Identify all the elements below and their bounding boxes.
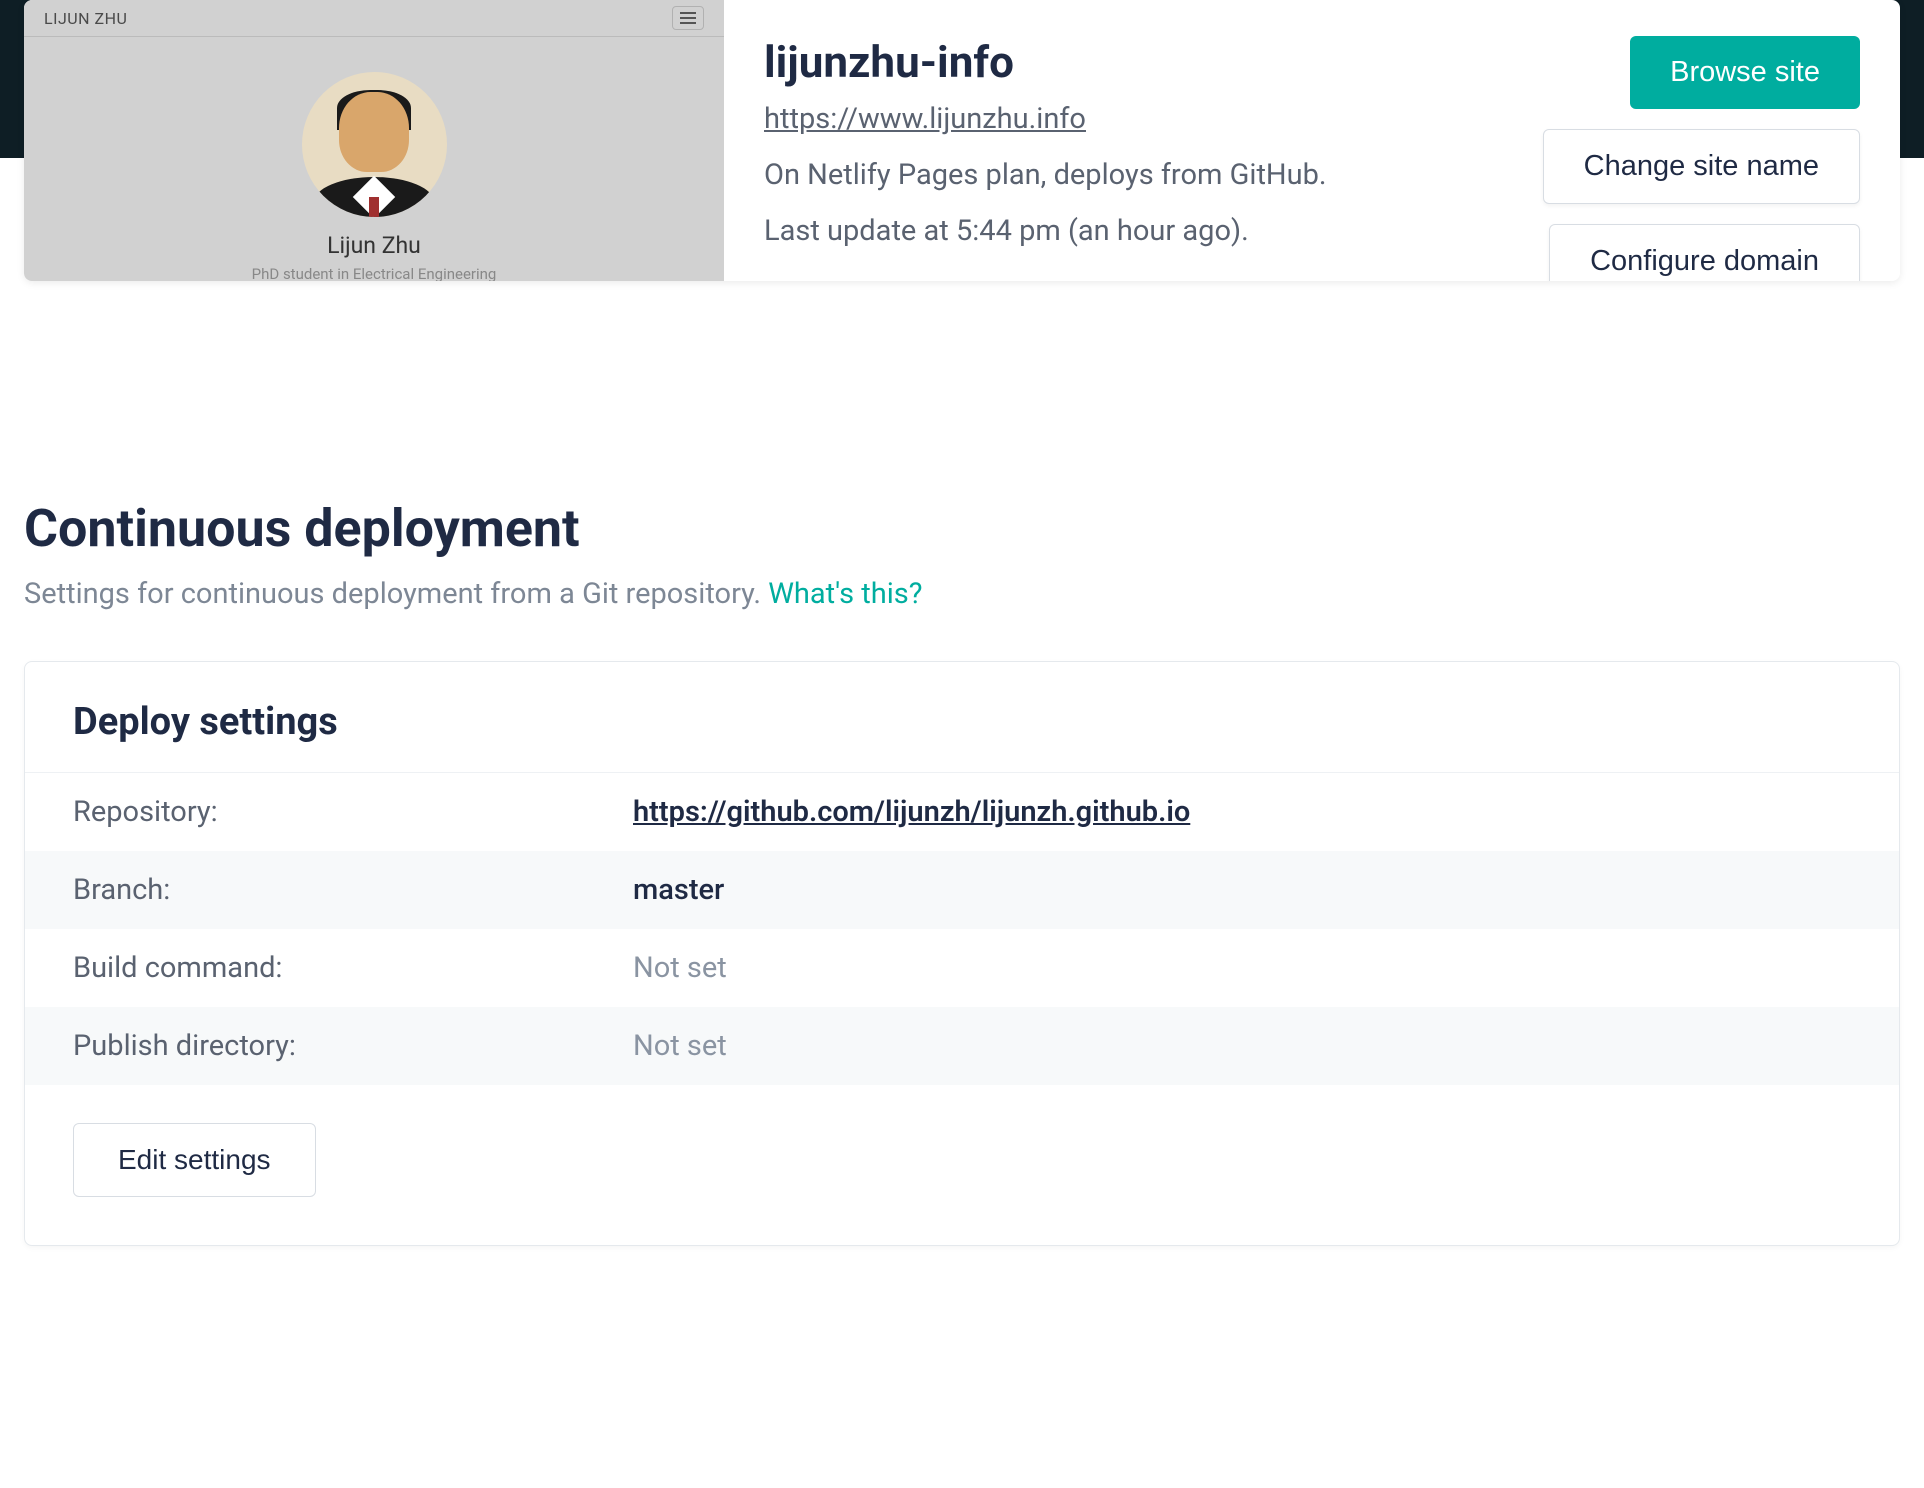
browse-site-button[interactable]: Browse site (1630, 36, 1860, 109)
edit-settings-button[interactable]: Edit settings (73, 1123, 316, 1197)
site-hero-card: LIJUN ZHU Lijun Zhu PhD student in Elect… (24, 0, 1900, 281)
table-row: Repository: https://github.com/lijunzh/l… (25, 773, 1899, 851)
site-name: lijunzhu-info (764, 36, 1543, 88)
preview-topbar: LIJUN ZHU (24, 0, 724, 37)
cd-section-desc: Settings for continuous deployment from … (24, 577, 1900, 611)
publish-dir-label: Publish directory: (73, 1029, 633, 1063)
table-row: Publish directory: Not set (25, 1007, 1899, 1085)
table-row: Branch: master (25, 851, 1899, 929)
site-plan-text: On Netlify Pages plan, deploys from GitH… (764, 158, 1543, 192)
table-row: Build command: Not set (25, 929, 1899, 1007)
build-command-label: Build command: (73, 951, 633, 985)
site-url-link[interactable]: https://www.lijunzhu.info (764, 102, 1543, 136)
site-preview-pane: LIJUN ZHU Lijun Zhu PhD student in Elect… (24, 0, 724, 281)
publish-dir-value: Not set (633, 1029, 727, 1063)
branch-label: Branch: (73, 873, 633, 907)
deploy-settings-title: Deploy settings (73, 700, 1851, 744)
change-site-name-button[interactable]: Change site name (1543, 129, 1860, 204)
repository-label: Repository: (73, 795, 633, 829)
branch-value: master (633, 873, 724, 907)
build-command-value: Not set (633, 951, 727, 985)
hamburger-icon[interactable] (672, 6, 704, 30)
cd-desc-text: Settings for continuous deployment from … (24, 577, 768, 611)
cd-section-title: Continuous deployment (24, 498, 1900, 559)
whats-this-link[interactable]: What's this? (768, 577, 922, 611)
preview-person-role: PhD student in Electrical Engineering (24, 265, 724, 281)
configure-domain-button[interactable]: Configure domain (1549, 224, 1860, 281)
avatar (302, 72, 447, 217)
preview-brand: LIJUN ZHU (44, 9, 127, 28)
repository-link[interactable]: https://github.com/lijunzh/lijunzh.githu… (633, 795, 1190, 829)
preview-person-name: Lijun Zhu (24, 232, 724, 259)
site-details: lijunzhu-info https://www.lijunzhu.info … (724, 0, 1900, 281)
deploy-settings-card: Deploy settings Repository: https://gith… (24, 661, 1900, 1246)
site-last-update: Last update at 5:44 pm (an hour ago). (764, 214, 1543, 248)
